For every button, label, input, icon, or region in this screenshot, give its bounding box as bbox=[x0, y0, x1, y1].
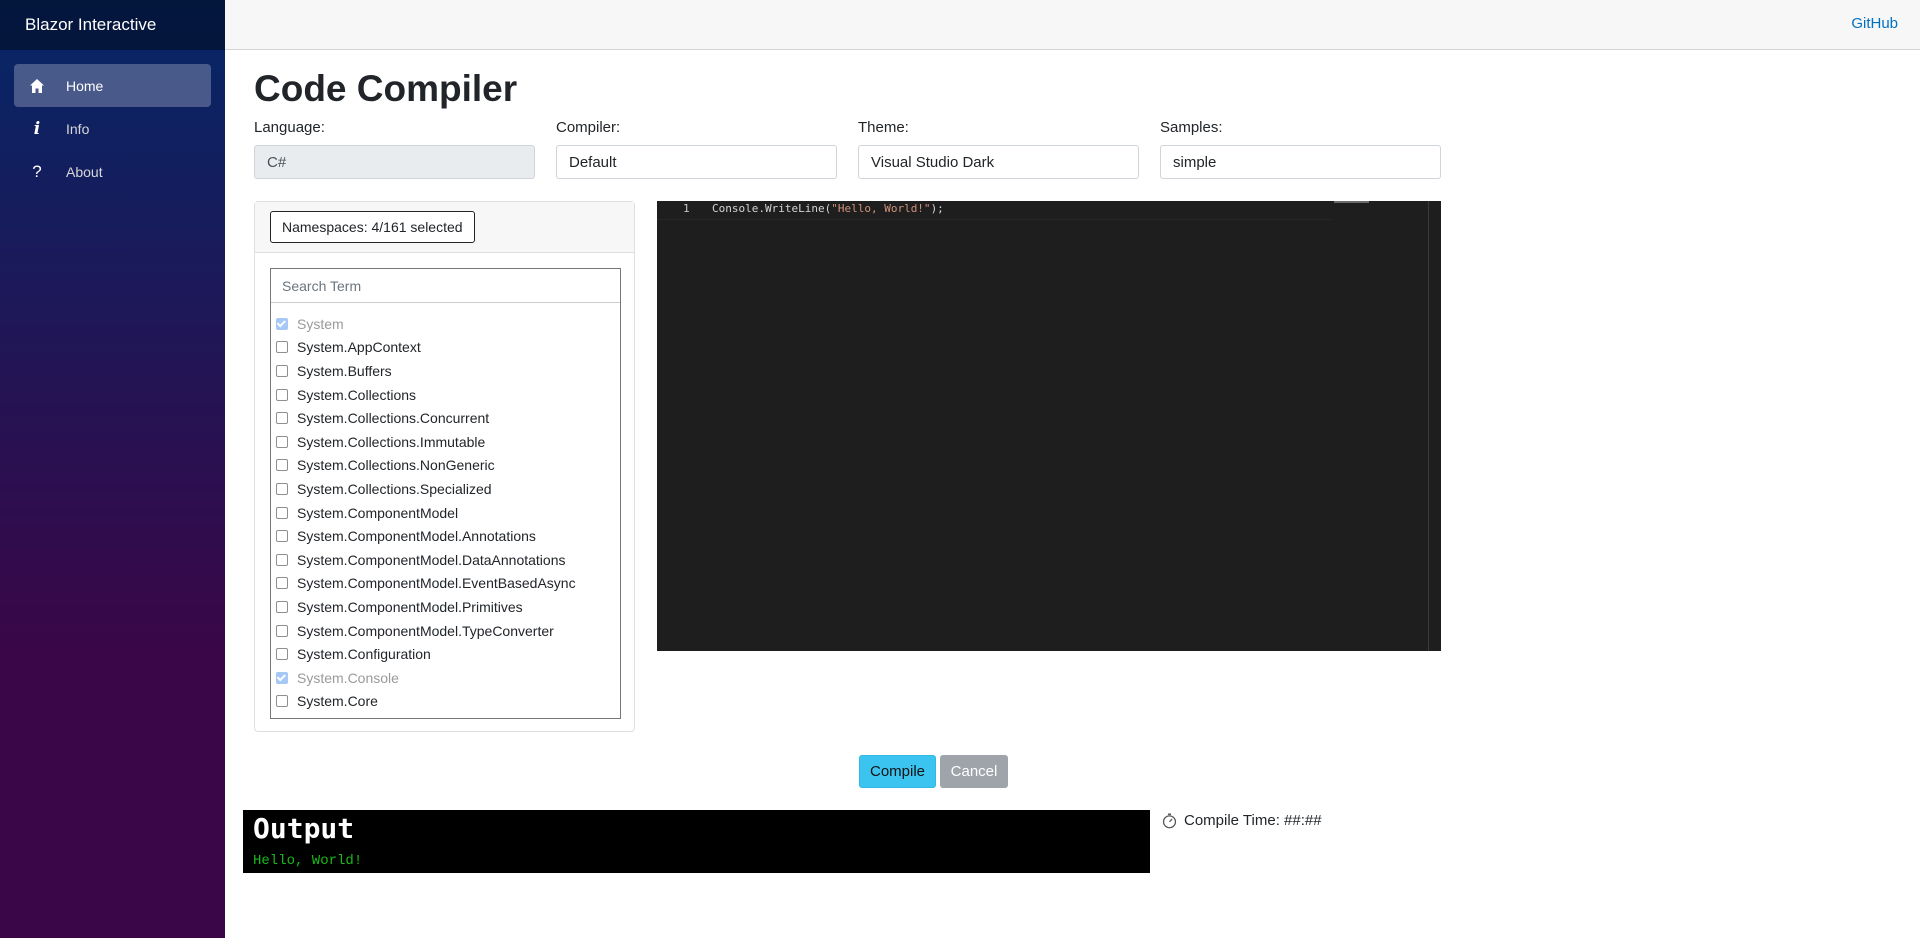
namespace-checkbox[interactable] bbox=[276, 600, 288, 613]
nav-menu: Home i Info ? About bbox=[0, 50, 225, 193]
namespace-label: System bbox=[297, 315, 344, 332]
namespace-checkbox[interactable] bbox=[276, 671, 288, 684]
namespace-item[interactable]: System.ComponentModel bbox=[271, 501, 620, 525]
line-number: 1 bbox=[683, 202, 690, 215]
namespace-label: System.Collections.Concurrent bbox=[297, 410, 490, 427]
samples-select[interactable]: simple bbox=[1160, 145, 1441, 179]
namespace-item[interactable]: System.Collections.Immutable bbox=[271, 430, 620, 454]
namespace-item[interactable]: System.Collections.Specialized bbox=[271, 477, 620, 501]
namespace-item[interactable]: System.Collections.Concurrent bbox=[271, 406, 620, 430]
page-title: Code Compiler bbox=[254, 68, 518, 109]
namespace-search-input[interactable]: Search Term bbox=[271, 269, 620, 303]
namespace-item[interactable]: System.ComponentModel.Primitives bbox=[271, 595, 620, 619]
namespace-label: System.ComponentModel.DataAnnotations bbox=[297, 551, 566, 568]
namespace-label: System.Collections.Immutable bbox=[297, 433, 486, 450]
namespace-item[interactable]: System.AppContext bbox=[271, 336, 620, 360]
namespace-checkbox[interactable] bbox=[276, 341, 288, 354]
code-text: Console.WriteLine( bbox=[712, 202, 832, 215]
namespace-label: System.Core bbox=[297, 693, 378, 710]
compile-time: Compile Time: ##:## bbox=[1161, 812, 1322, 829]
theme-label: Theme: bbox=[858, 119, 909, 136]
output-title: Output bbox=[253, 812, 355, 845]
namespace-item[interactable]: System.Configuration bbox=[271, 642, 620, 666]
namespace-item[interactable]: System.Buffers bbox=[271, 359, 620, 383]
theme-select[interactable]: Visual Studio Dark bbox=[858, 145, 1139, 179]
compiler-label: Compiler: bbox=[556, 119, 621, 136]
namespace-label: System.Configuration bbox=[297, 646, 431, 663]
namespace-checkbox[interactable] bbox=[276, 482, 288, 495]
compiler-select[interactable]: Default bbox=[556, 145, 837, 179]
namespace-checkbox[interactable] bbox=[276, 435, 288, 448]
namespace-item[interactable]: System.ComponentModel.EventBasedAsync bbox=[271, 572, 620, 596]
nav-item-about[interactable]: ? About bbox=[14, 150, 211, 193]
namespace-label: System.Collections.Specialized bbox=[297, 480, 492, 497]
nav-item-label: About bbox=[66, 163, 103, 180]
top-bar: GitHub bbox=[225, 0, 1920, 50]
namespace-items: System System.AppContext System.Buffers Sys… bbox=[271, 303, 620, 713]
namespaces-card: Namespaces: 4/161 selected Search Term S… bbox=[254, 201, 635, 732]
brand-bar: Blazor Interactive bbox=[0, 0, 225, 50]
namespace-item[interactable]: System.Collections.NonGeneric bbox=[271, 454, 620, 478]
namespace-item[interactable]: System.Console bbox=[271, 666, 620, 690]
namespace-item[interactable]: System.Collections bbox=[271, 383, 620, 407]
nav-item-label: Info bbox=[66, 120, 90, 137]
namespaces-card-header: Namespaces: 4/161 selected bbox=[255, 202, 634, 253]
namespace-item[interactable]: System.Core bbox=[271, 690, 620, 714]
code-text-end: ); bbox=[930, 202, 944, 215]
code-editor[interactable]: 1 Console.WriteLine("Hello, World!"); bbox=[657, 201, 1441, 651]
minimap[interactable] bbox=[1334, 201, 1369, 203]
github-link[interactable]: GitHub bbox=[1851, 15, 1898, 32]
namespace-checkbox[interactable] bbox=[276, 412, 288, 425]
brand-title[interactable]: Blazor Interactive bbox=[25, 15, 156, 35]
language-label: Language: bbox=[254, 119, 325, 136]
namespace-label: System.Buffers bbox=[297, 362, 392, 379]
namespace-label: System.ComponentModel.Primitives bbox=[297, 598, 523, 615]
namespace-label: System.ComponentModel.EventBasedAsync bbox=[297, 575, 576, 592]
code-string: "Hello, World!" bbox=[831, 202, 931, 215]
namespace-checkbox[interactable] bbox=[276, 364, 288, 377]
namespace-checkbox[interactable] bbox=[276, 553, 288, 566]
namespace-label: System.ComponentModel.Annotations bbox=[297, 528, 536, 545]
nav-item-info[interactable]: i Info bbox=[14, 107, 211, 150]
namespace-item[interactable]: System bbox=[271, 312, 620, 336]
sidebar: Blazor Interactive Home i Info ? About bbox=[0, 0, 225, 938]
output-text: Hello, World! bbox=[253, 853, 363, 869]
namespace-label: System.AppContext bbox=[297, 339, 421, 356]
namespace-label: System.ComponentModel bbox=[297, 504, 459, 521]
namespace-checkbox[interactable] bbox=[276, 624, 288, 637]
namespace-checkbox[interactable] bbox=[276, 459, 288, 472]
stopwatch-icon bbox=[1162, 813, 1177, 829]
namespace-checkbox[interactable] bbox=[276, 648, 288, 661]
code-line[interactable]: Console.WriteLine("Hello, World!"); bbox=[712, 201, 944, 217]
namespace-label: System.Collections bbox=[297, 386, 417, 403]
nav-item-label: Home bbox=[66, 77, 104, 94]
editor-scrollbar[interactable] bbox=[1428, 201, 1429, 651]
language-select[interactable]: C# bbox=[254, 145, 535, 179]
home-icon bbox=[26, 78, 48, 94]
question-icon: ? bbox=[32, 161, 42, 181]
namespaces-toggle-button[interactable]: Namespaces: 4/161 selected bbox=[270, 211, 475, 243]
namespace-checkbox[interactable] bbox=[276, 506, 288, 519]
namespace-checkbox[interactable] bbox=[276, 695, 288, 708]
cancel-button[interactable]: Cancel bbox=[940, 755, 1008, 788]
namespaces-list[interactable]: Search Term System System.AppContext Syste… bbox=[270, 268, 621, 719]
nav-item-home[interactable]: Home bbox=[14, 64, 211, 107]
namespace-label: System.Collections.NonGeneric bbox=[297, 457, 495, 474]
compile-time-label: Compile Time: ##:## bbox=[1184, 812, 1322, 829]
namespace-item[interactable]: System.ComponentModel.TypeConverter bbox=[271, 619, 620, 643]
namespace-label: System.Console bbox=[297, 669, 399, 686]
namespace-item[interactable]: System.ComponentModel.Annotations bbox=[271, 524, 620, 548]
namespace-item[interactable]: System.ComponentModel.DataAnnotations bbox=[271, 548, 620, 572]
output-panel: Output Hello, World! bbox=[243, 810, 1150, 873]
compile-button[interactable]: Compile bbox=[859, 755, 936, 788]
samples-label: Samples: bbox=[1160, 119, 1223, 136]
namespace-label: System.ComponentModel.TypeConverter bbox=[297, 622, 554, 639]
namespace-checkbox[interactable] bbox=[276, 388, 288, 401]
namespace-checkbox[interactable] bbox=[276, 317, 288, 330]
namespace-checkbox[interactable] bbox=[276, 530, 288, 543]
namespace-checkbox[interactable] bbox=[276, 577, 288, 590]
info-icon: i bbox=[33, 118, 41, 139]
